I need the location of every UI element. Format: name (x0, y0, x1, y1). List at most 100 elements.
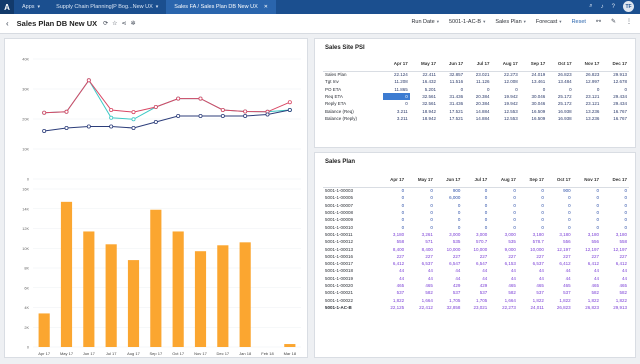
filter-item[interactable]: 5001-1-AC-B ▾ (449, 19, 485, 25)
back-icon[interactable]: ‹ (6, 19, 9, 28)
table-cell[interactable]: 23.021 (465, 71, 491, 78)
table-cell[interactable]: 537 (546, 289, 573, 296)
table-cell[interactable]: 44 (601, 267, 629, 274)
table-cell[interactable]: 16.509 (520, 115, 547, 122)
table-cell[interactable]: 6,547 (435, 260, 463, 267)
table-cell[interactable]: 227 (546, 253, 573, 260)
table-cell[interactable]: 1,822 (573, 296, 601, 303)
table-cell[interactable]: 6,412 (546, 260, 573, 267)
table-cell[interactable]: 31.436 (438, 93, 465, 100)
table-cell[interactable]: 900 (546, 187, 573, 194)
table-cell[interactable]: 44 (406, 267, 435, 274)
table-cell[interactable]: 0 (573, 216, 601, 223)
table-cell[interactable]: 0 (435, 209, 463, 216)
table-cell[interactable]: 17.521 (438, 107, 465, 114)
table-cell[interactable]: 537 (462, 289, 489, 296)
table-cell[interactable]: 0 (465, 86, 491, 93)
table-cell[interactable]: 18.942 (410, 107, 438, 114)
settings-icon[interactable]: ✲ (131, 20, 136, 27)
table-cell[interactable]: 429 (435, 282, 463, 289)
table-cell[interactable]: 0 (462, 223, 489, 230)
table-cell[interactable]: 0 (546, 202, 573, 209)
table-cell[interactable]: 0 (462, 216, 489, 223)
table-cell[interactable]: 16.509 (520, 107, 547, 114)
table-cell[interactable]: 0 (406, 216, 435, 223)
table-cell[interactable]: 578.7 (518, 238, 546, 245)
table-cell[interactable]: 582 (489, 289, 518, 296)
edit-icon[interactable]: ✎ (611, 18, 616, 25)
table-cell[interactable]: 12.553 (491, 107, 519, 114)
table-cell[interactable]: 0 (379, 187, 406, 194)
column-header[interactable]: Dec 17 (601, 173, 629, 188)
table-cell[interactable]: 22.124 (383, 71, 410, 78)
table-cell[interactable]: 0 (406, 187, 435, 194)
table-cell[interactable]: 3,180 (518, 231, 546, 238)
table-cell[interactable]: 0 (601, 209, 629, 216)
table-cell[interactable]: 0 (601, 86, 629, 93)
table-cell[interactable]: 44 (379, 267, 406, 274)
table-cell[interactable]: 0 (573, 187, 601, 194)
table-cell[interactable]: 0 (489, 216, 518, 223)
search-icon[interactable]: ⌕ (589, 3, 592, 10)
table-cell[interactable]: 571 (406, 238, 435, 245)
table-cell[interactable]: 3,180 (573, 231, 601, 238)
table-cell[interactable]: 22,273 (489, 304, 518, 311)
table-cell[interactable]: 0 (406, 223, 435, 230)
table-cell[interactable]: 30.046 (520, 93, 547, 100)
table-cell[interactable]: 3.211 (383, 107, 410, 114)
table-cell[interactable]: 32.857 (438, 71, 465, 78)
table-cell[interactable]: 30.046 (520, 100, 547, 107)
close-icon[interactable]: ✕ (264, 4, 268, 10)
table-cell[interactable]: 32.561 (410, 93, 438, 100)
table-cell[interactable]: 1,664 (489, 296, 518, 303)
table-cell[interactable]: 10,000 (518, 245, 546, 252)
table-cell[interactable]: 17.521 (438, 115, 465, 122)
table-cell[interactable]: 465 (518, 282, 546, 289)
table-cell[interactable]: 535 (489, 238, 518, 245)
table-cell[interactable]: 227 (406, 253, 435, 260)
table-cell[interactable]: 29.434 (601, 93, 629, 100)
table-cell[interactable]: 10,000 (462, 245, 489, 252)
table-cell[interactable]: 22.411 (410, 71, 438, 78)
logo[interactable]: A (0, 0, 14, 14)
table-cell[interactable]: 23,021 (462, 304, 489, 311)
refresh-icon[interactable]: ⟳ (103, 20, 108, 27)
table-cell[interactable]: 19.942 (491, 100, 519, 107)
table-cell[interactable]: 3.211 (383, 115, 410, 122)
table-cell[interactable]: 12.008 (491, 78, 519, 85)
table-cell[interactable]: 556 (573, 238, 601, 245)
table-cell[interactable]: 0 (435, 216, 463, 223)
column-header[interactable]: Aug 17 (491, 57, 520, 72)
table-cell[interactable]: 13.236 (574, 115, 602, 122)
table-cell[interactable]: 465 (601, 282, 629, 289)
table-cell[interactable]: 0 (518, 216, 546, 223)
table-cell[interactable]: 6,547 (462, 260, 489, 267)
table-cell[interactable]: 465 (379, 282, 406, 289)
table-cell[interactable]: 3,180 (379, 231, 406, 238)
table-cell[interactable]: 22,412 (406, 304, 435, 311)
table-cell[interactable]: 1,705 (435, 296, 463, 303)
table-cell[interactable]: 558 (601, 238, 629, 245)
table-cell[interactable]: 227 (601, 253, 629, 260)
table-cell[interactable]: 13.461 (520, 78, 547, 85)
table-cell[interactable]: 0 (435, 202, 463, 209)
table-cell[interactable]: 1,822 (601, 296, 629, 303)
column-header[interactable]: Sep 17 (519, 57, 548, 72)
table-cell[interactable]: 24.019 (520, 71, 547, 78)
table-cell[interactable]: 558 (379, 238, 406, 245)
table-cell[interactable]: 12.997 (574, 78, 602, 85)
table-cell[interactable]: 6,153 (489, 260, 518, 267)
table-cell[interactable]: 0 (573, 223, 601, 230)
table-cell[interactable]: 0 (601, 202, 629, 209)
table-cell[interactable]: 0 (379, 202, 406, 209)
table-cell[interactable]: 16.938 (547, 115, 573, 122)
column-header[interactable]: Oct 17 (547, 57, 574, 72)
table-cell[interactable]: 1,822 (546, 296, 573, 303)
table-cell[interactable]: 0 (462, 187, 489, 194)
column-header[interactable]: Sep 17 (517, 173, 546, 188)
table-cell[interactable]: 13.484 (547, 78, 573, 85)
table-cell[interactable]: 227 (462, 253, 489, 260)
table-cell[interactable]: 0 (491, 86, 519, 93)
table-cell[interactable]: 3,000 (462, 231, 489, 238)
table-cell[interactable]: 9,000 (489, 245, 518, 252)
